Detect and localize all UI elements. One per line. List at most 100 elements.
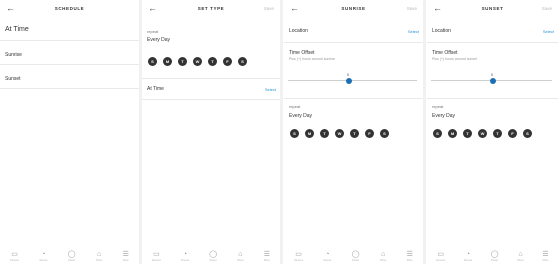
bottom-nav: ▭ Devices ◔ Scenes ◯ Power ⌂ Home ☰ More [427,248,558,264]
menu-icon: ☰ [406,250,413,258]
day-toggle-mon[interactable]: M [163,57,172,66]
devices-icon: ▭ [437,250,445,258]
day-toggle-mon[interactable]: M [305,129,314,138]
nav-power[interactable]: ◯ Power [209,251,217,262]
scenes-icon: ◔ [325,250,330,258]
divider [284,42,423,43]
nav-scenes[interactable]: ◔ Scenes [181,251,189,262]
location-label: Location [432,28,451,34]
day-toggle-sun[interactable]: S [433,129,442,138]
day-selector: S M T W T F S [433,129,532,138]
location-select-link[interactable]: Select [408,29,419,34]
page-title: SET TYPE [197,6,225,11]
location-label: Location [289,28,308,34]
day-toggle-sun[interactable]: S [148,57,157,66]
option-sunrise[interactable]: Sunrise [5,52,22,58]
divider [142,78,280,79]
time-offset-label: Time Offset [289,50,315,56]
day-toggle-thu[interactable]: T [350,129,359,138]
day-toggle-fri[interactable]: F [508,129,517,138]
at-time-label: At Time [147,86,164,92]
power-icon: ◯ [209,250,218,258]
bottom-nav: ▭ Devices ◔ Scenes ◯ Power ⌂ Home ☰ More [0,248,139,264]
day-toggle-sat[interactable]: S [380,129,389,138]
day-toggle-thu[interactable]: T [208,57,217,66]
divider [427,42,558,43]
home-icon: ⌂ [96,250,102,258]
nav-power[interactable]: ◯ Power [352,251,360,262]
time-offset-subtext: Plus (+) hours around sunset [432,57,478,61]
nav-more[interactable]: ☰ More [264,251,270,262]
nav-devices[interactable]: ▭ Devices [10,251,19,262]
day-toggle-fri[interactable]: F [365,129,374,138]
nav-home[interactable]: ⌂ Home [237,251,244,262]
day-toggle-wed[interactable]: W [193,57,202,66]
nav-scenes[interactable]: ◔ Scenes [39,251,47,262]
nav-devices[interactable]: ▭ Devices [294,251,303,262]
divider [0,40,139,41]
nav-home[interactable]: ⌂ Home [517,251,524,262]
offset-slider-value: 0 [491,73,493,77]
day-selector: S M T W T F S [148,57,247,66]
day-toggle-tue[interactable]: T [463,129,472,138]
offset-slider-thumb[interactable] [346,78,352,84]
day-toggle-thu[interactable]: T [493,129,502,138]
nav-scenes[interactable]: ◔ Scenes [323,251,331,262]
day-selector: S M T W T F S [290,129,389,138]
home-icon: ⌂ [238,250,243,258]
top-bar: ← SCHEDULE [0,3,139,17]
save-button[interactable]: Save [407,6,417,11]
bottom-nav: ▭ Devices ◔ Scenes ◯ Power ⌂ Home ☰ More [142,248,280,264]
divider [0,64,139,65]
repeat-label: repeat [432,104,444,109]
day-toggle-fri[interactable]: F [223,57,232,66]
divider [284,98,423,99]
top-bar: ← SUNRISE Save [284,3,423,17]
option-at-time[interactable]: At Time [5,26,29,33]
option-sunset[interactable]: Sunset [5,76,21,82]
top-bar: ← SET TYPE Save [142,3,280,17]
nav-more[interactable]: ☰ More [407,251,413,262]
location-select-link[interactable]: Select [543,29,554,34]
day-toggle-tue[interactable]: T [320,129,329,138]
panel-separator [423,0,426,264]
nav-power[interactable]: ◯ Power [68,251,76,262]
divider [427,98,558,99]
divider [0,88,139,89]
repeat-label: repeat [147,29,159,34]
page-title: SUNRISE [341,6,366,11]
menu-icon: ☰ [542,250,549,258]
nav-power[interactable]: ◯ Power [491,251,499,262]
nav-more[interactable]: ☰ More [542,251,548,262]
day-toggle-sun[interactable]: S [290,129,299,138]
offset-slider-thumb[interactable] [490,78,496,84]
day-toggle-wed[interactable]: W [335,129,344,138]
devices-icon: ▭ [295,250,302,258]
nav-scenes[interactable]: ◔ Scenes [464,251,472,262]
save-button[interactable]: Save [264,6,274,11]
day-toggle-mon[interactable]: M [448,129,457,138]
menu-icon: ☰ [263,250,270,258]
offset-slider-track[interactable] [288,80,417,81]
offset-slider-value: 0 [347,73,349,77]
sunrise-screen: ← SUNRISE Save Location Select Time Offs… [284,0,423,264]
nav-home[interactable]: ⌂ Home [380,251,387,262]
save-button[interactable]: Save [542,6,552,11]
at-time-select-link[interactable]: Select [265,87,276,92]
day-toggle-wed[interactable]: W [478,129,487,138]
divider [142,99,280,100]
day-toggle-tue[interactable]: T [178,57,187,66]
sunset-screen: ← SUNSET Save Location Select Time Offse… [427,0,558,264]
nav-devices[interactable]: ▭ Devices [152,251,161,262]
power-icon: ◯ [490,250,499,258]
day-toggle-sat[interactable]: S [238,57,247,66]
time-offset-label: Time Offset [432,50,458,56]
day-toggle-sat[interactable]: S [523,129,532,138]
repeat-value: Every Day [147,37,171,43]
power-icon: ◯ [67,250,76,258]
nav-home[interactable]: ⌂ Home [96,251,103,262]
repeat-value: Every Day [289,113,313,119]
nav-more[interactable]: ☰ More [123,251,129,262]
repeat-label: repeat [289,104,301,109]
nav-devices[interactable]: ▭ Devices [436,251,445,262]
